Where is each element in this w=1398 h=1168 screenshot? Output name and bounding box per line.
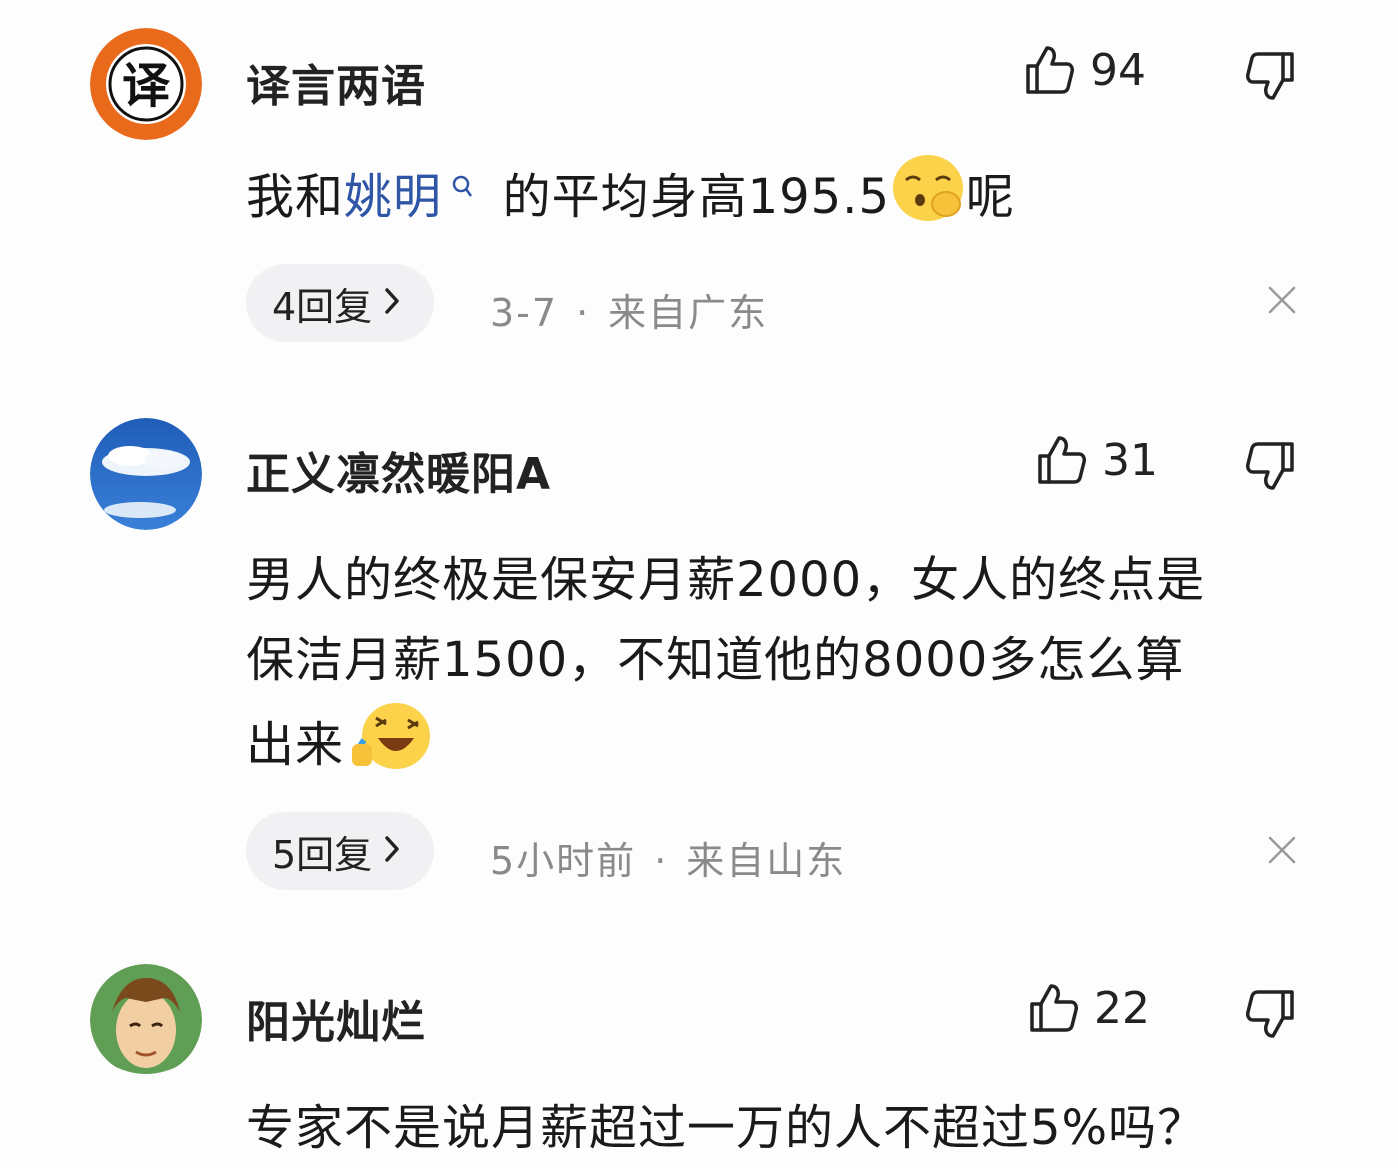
dislike-button[interactable] <box>1244 50 1296 102</box>
avatar[interactable]: 译 <box>90 28 202 140</box>
comment-date: 3-7 <box>490 291 559 335</box>
chevron-right-icon <box>382 829 402 873</box>
close-icon[interactable] <box>1266 834 1298 870</box>
close-icon[interactable] <box>1266 284 1298 320</box>
comment-text: 专家不是说月薪超过一万的人不超过5%吗？ <box>246 1100 1207 1156</box>
comment-text: 我和姚明 的平均身高195.5 呢 <box>246 152 1316 248</box>
svg-text:译: 译 <box>122 58 171 114</box>
comment-location: 来自山东 <box>686 839 847 883</box>
shushing-face-emoji <box>890 152 966 248</box>
search-icon <box>442 175 483 207</box>
laughing-crying-emoji <box>344 700 436 796</box>
thumbs-up-icon <box>1024 44 1076 96</box>
thumbs-down-icon <box>1244 440 1296 492</box>
comment-text-line: 出来 <box>246 700 1316 796</box>
comment-meta: 3-7 · 来自广东 <box>490 282 768 337</box>
avatar[interactable] <box>90 964 202 1076</box>
comment-text-line: 保洁月薪1500，不知道他的8000多怎么算 <box>246 632 1185 688</box>
reply-button[interactable]: 4回复 <box>246 264 435 342</box>
like-count: 22 <box>1094 982 1150 1034</box>
comment-text: 男人的终极是保安月薪2000，女人的终点是 保洁月薪1500，不知道他的8000… <box>246 540 1316 796</box>
like-button[interactable]: 31 <box>1036 434 1158 486</box>
dislike-button[interactable] <box>1244 440 1296 492</box>
comment-meta: 5小时前 · 来自山东 <box>490 830 846 885</box>
topic-link[interactable]: 姚明 <box>344 169 442 225</box>
like-count: 31 <box>1102 434 1158 486</box>
reply-button[interactable]: 5回复 <box>246 812 435 890</box>
username[interactable]: 正义凛然暖阳A <box>246 438 551 502</box>
username[interactable]: 阳光灿烂 <box>246 986 426 1050</box>
username[interactable]: 译言两语 <box>246 50 426 114</box>
dislike-button[interactable] <box>1244 988 1296 1040</box>
reply-label: 5回复 <box>272 832 373 877</box>
like-count: 94 <box>1090 44 1146 96</box>
thumbs-up-icon <box>1028 982 1080 1034</box>
comment-location: 来自广东 <box>608 291 769 335</box>
thumbs-up-icon <box>1036 434 1088 486</box>
avatar[interactable] <box>90 418 202 530</box>
chevron-right-icon <box>382 281 402 325</box>
meta-separator: · <box>576 291 591 335</box>
meta-separator: · <box>654 839 669 883</box>
reply-label: 4回复 <box>272 284 373 329</box>
comment-date: 5小时前 <box>490 839 637 883</box>
thumbs-down-icon <box>1244 988 1296 1040</box>
comment-text-line: 男人的终极是保安月薪2000，女人的终点是 <box>246 552 1206 608</box>
like-button[interactable]: 22 <box>1028 982 1150 1034</box>
thumbs-down-icon <box>1244 50 1296 102</box>
like-button[interactable]: 94 <box>1024 44 1146 96</box>
